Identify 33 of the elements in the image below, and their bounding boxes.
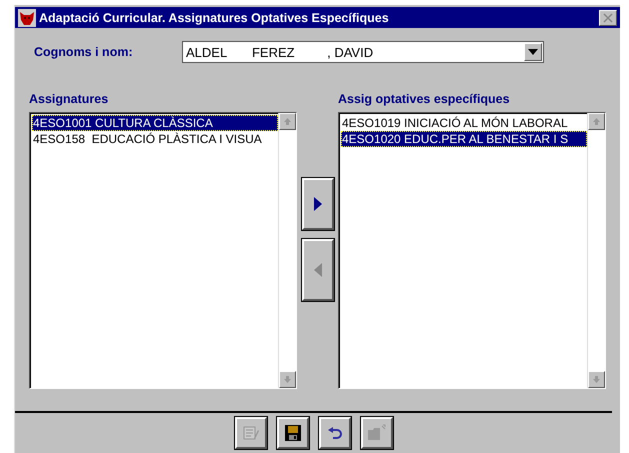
dropdown-arrow-icon (528, 49, 538, 55)
list-item[interactable]: 4ESO158 EDUCACIÓ PLÀSTICA I VISUA (32, 131, 278, 147)
left-arrow-icon (314, 263, 322, 277)
scrollbar[interactable] (587, 113, 605, 388)
list-box[interactable]: 4ESO1001 CULTURA CLÀSSICA 4ESO158 EDUCACIÓ PLÀSTICA I VISUA (29, 112, 297, 389)
list-box[interactable]: 4ESO1019 INICIACIÓ AL MÓN LABORAL 4ESO1020 EDUC.PER AL BENESTAR I S (338, 112, 606, 389)
scrollbar[interactable] (278, 113, 296, 388)
folder-icon (366, 424, 386, 442)
field-label: Cognoms i nom: (33, 45, 134, 59)
scroll-down-button[interactable] (588, 371, 605, 388)
app-icon (18, 8, 36, 26)
undo-button[interactable] (318, 417, 350, 449)
save-button[interactable] (276, 417, 308, 449)
list-item[interactable]: 4ESO1019 INICIACIÓ AL MÓN LABORAL (341, 115, 587, 131)
undo-icon (326, 426, 342, 440)
add-button[interactable] (302, 178, 334, 230)
scroll-up-button[interactable] (588, 113, 605, 130)
window-title: Adaptació Curricular. Assignatures Optatives Específiques (39, 10, 390, 24)
down-arrow-icon (283, 375, 292, 384)
down-arrow-icon (592, 375, 601, 384)
close-button[interactable] (599, 10, 617, 26)
notepad-icon (242, 424, 260, 442)
right-arrow-icon (314, 197, 322, 211)
close-icon (603, 12, 613, 22)
list-item[interactable]: 4ESO1001 CULTURA CLÀSSICA (32, 115, 278, 131)
list-label: Assig optatives específiques (338, 92, 511, 106)
scroll-up-button[interactable] (279, 113, 296, 130)
list-label: Assignatures (29, 92, 110, 106)
up-arrow-icon (592, 117, 601, 126)
scroll-down-button[interactable] (279, 371, 296, 388)
name-dropdown[interactable]: ALDEL FEREZ , DAVID (182, 41, 544, 63)
up-arrow-icon (283, 117, 292, 126)
list-item[interactable]: 4ESO1020 EDUC.PER AL BENESTAR I S (341, 131, 587, 147)
